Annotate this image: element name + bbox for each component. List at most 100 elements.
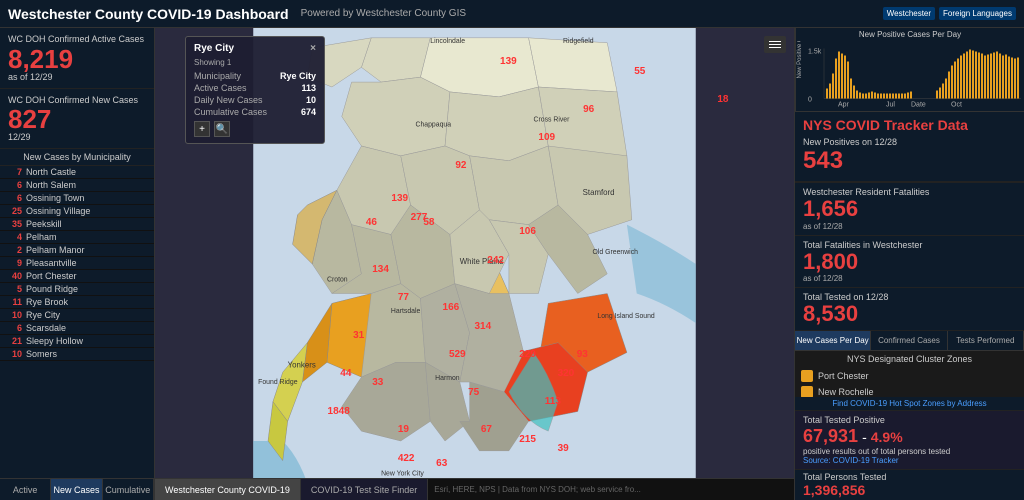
new-positives-number: 543 — [803, 147, 1016, 175]
muni-count: 10 — [6, 310, 22, 320]
popup-cumulative-val: 674 — [301, 107, 316, 117]
confirmed-active-number: 8,219 — [8, 46, 146, 72]
muni-name: Somers — [26, 349, 57, 359]
municipality-header: New Cases by Municipality — [0, 149, 154, 166]
muni-name: North Salem — [26, 180, 76, 190]
svg-text:Jul: Jul — [886, 102, 895, 109]
svg-text:White Plains: White Plains — [460, 257, 504, 266]
muni-count: 11 — [6, 297, 22, 307]
map-tab-1[interactable]: COVID-19 Test Site Finder — [301, 479, 428, 500]
new-positives-label: New Positives on 12/28 — [803, 137, 1016, 147]
page-title: Westchester County COVID-19 Dashboard — [8, 6, 289, 22]
nys-section: NYS COVID Tracker Data New Positives on … — [795, 112, 1024, 182]
resident-fatalities-date: as of 12/28 — [803, 222, 1016, 231]
svg-text:New York City: New York City — [381, 470, 424, 477]
popup-title: Rye City × — [194, 43, 316, 54]
confirmed-active-box: WC DOH Confirmed Active Cases 8,219 as o… — [0, 28, 154, 89]
svg-text:Old Greenwich: Old Greenwich — [593, 249, 639, 256]
municipality-list: 7North Castle6North Salem6Ossining Town2… — [0, 166, 154, 478]
muni-name: Sleepy Hollow — [26, 336, 83, 346]
resident-fatalities: Westchester Resident Fatalities 1,656 as… — [795, 183, 1024, 235]
list-item: 6Ossining Town — [0, 192, 154, 205]
total-persons-section: Total Persons Tested 1,396,856 — [795, 469, 1024, 500]
total-tested-number: 67,931 — [803, 426, 858, 447]
muni-name: Ossining Village — [26, 206, 90, 216]
tab-active[interactable]: Active — [0, 479, 51, 500]
popup-daily-val: 10 — [306, 95, 316, 105]
popup-municipality-val: Rye City — [280, 71, 316, 81]
svg-text:Ridgefield: Ridgefield — [563, 38, 594, 45]
svg-text:Stamford: Stamford — [583, 188, 615, 197]
list-item: 35Peekskill — [0, 218, 154, 231]
tab-cumulative[interactable]: Cumulative — [103, 479, 154, 500]
chart-title: New Positive Cases Per Day — [796, 28, 1024, 41]
total-tested-pct: 4.9% — [871, 429, 903, 445]
left-tab-bar: ActiveNew CasesCumulative — [0, 478, 154, 500]
popup-daily-label: Daily New Cases — [194, 95, 263, 105]
cluster-item: New Rochelle — [801, 385, 1018, 397]
right-tab-new-cases-per-day[interactable]: New Cases Per Day — [795, 331, 871, 350]
total-tested-positive-section: Total Tested Positive 67,931 - 4.9% posi… — [795, 411, 1024, 469]
muni-count: 6 — [6, 323, 22, 333]
right-tab-tests-performed[interactable]: Tests Performed — [948, 331, 1024, 350]
list-item: 9Pleasantville — [0, 257, 154, 270]
confirmed-new-number: 827 — [8, 106, 146, 132]
svg-text:Chappaqua: Chappaqua — [416, 121, 452, 128]
nys-title: NYS COVID Tracker Data — [803, 118, 1016, 133]
svg-text:Croton: Croton — [327, 277, 348, 284]
cluster-dot — [801, 370, 813, 382]
cluster-name: New Rochelle — [818, 387, 874, 397]
total-tested-positive-label: Total Tested Positive — [803, 415, 1016, 425]
cluster-name: Port Chester — [818, 371, 869, 381]
header-logo: Westchester Foreign Languages — [883, 7, 1016, 20]
total-tested-date-number: 8,530 — [803, 302, 1016, 326]
logo-foreign: Foreign Languages — [939, 7, 1016, 20]
muni-name: Port Chester — [26, 271, 77, 281]
cluster-dot — [801, 386, 813, 397]
svg-text:Apr: Apr — [838, 102, 850, 109]
popup-cumulative-row: Cumulative Cases 674 — [194, 107, 316, 117]
map-zoom-out[interactable]: 🔍 — [214, 121, 230, 137]
muni-count: 5 — [6, 284, 22, 294]
logo-westchester: Westchester — [883, 7, 935, 20]
map-zoom-in[interactable]: + — [194, 121, 210, 137]
svg-text:Yonkers: Yonkers — [288, 360, 316, 369]
source-link[interactable]: Source: COVID-19 Tracker — [803, 456, 1016, 465]
list-item: 2Pelham Manor — [0, 244, 154, 257]
muni-count: 7 — [6, 167, 22, 177]
chart-svg: 1.5k 0 New Positive Cases — [796, 41, 1024, 111]
popup-showing: Showing 1 — [194, 58, 316, 67]
popup-close[interactable]: × — [310, 43, 316, 54]
find-hotspot-link[interactable]: Find COVID-19 Hot Spot Zones by Address — [795, 397, 1024, 411]
muni-name: Ossining Town — [26, 193, 84, 203]
muni-name: Pleasantville — [26, 258, 77, 268]
map-menu-icon[interactable] — [764, 36, 786, 53]
list-item: 5 Pound Ridge — [0, 283, 154, 296]
header-subtitle: Powered by Westchester County GIS — [301, 8, 466, 19]
list-item: 10Somers — [0, 348, 154, 361]
left-panel: WC DOH Confirmed Active Cases 8,219 as o… — [0, 28, 155, 500]
nys-stats-row: NYS COVID Tracker Data New Positives on … — [795, 112, 1024, 183]
map-bottom-bar: Westchester County COVID-19COVID-19 Test… — [155, 478, 794, 500]
right-tab-confirmed-cases[interactable]: Confirmed Cases — [871, 331, 947, 350]
muni-name: Pound Ridge — [26, 284, 78, 294]
map-area[interactable]: Stamford Old Greenwich Long Island Sound… — [155, 28, 794, 500]
cluster-zone-section: NYS Designated Cluster Zones Port Cheste… — [795, 351, 1024, 397]
cluster-title: NYS Designated Cluster Zones — [795, 351, 1024, 364]
popup-city: Rye City — [194, 43, 234, 54]
list-item: 6Scarsdale — [0, 322, 154, 335]
tab-new-cases[interactable]: New Cases — [51, 479, 102, 500]
total-persons-number: 1,396,856 — [803, 482, 1016, 498]
total-tested-desc: positive results out of total persons te… — [803, 447, 1016, 456]
dash-separator: - — [862, 429, 867, 445]
right-panel: New Positive Cases Per Day 1.5k 0 New Po… — [794, 28, 1024, 500]
popup-cumulative-label: Cumulative Cases — [194, 107, 267, 117]
total-tested-numbers: 67,931 - 4.9% — [803, 426, 1016, 447]
popup-active-val: 113 — [301, 83, 316, 93]
map-tab-0[interactable]: Westchester County COVID-19 — [155, 479, 301, 500]
total-persons-label: Total Persons Tested — [803, 472, 1016, 482]
chart-container: 1.5k 0 New Positive Cases — [796, 41, 1024, 111]
list-item: 4Pelham — [0, 231, 154, 244]
muni-count: 35 — [6, 219, 22, 229]
svg-text:Harmon: Harmon — [435, 375, 460, 382]
